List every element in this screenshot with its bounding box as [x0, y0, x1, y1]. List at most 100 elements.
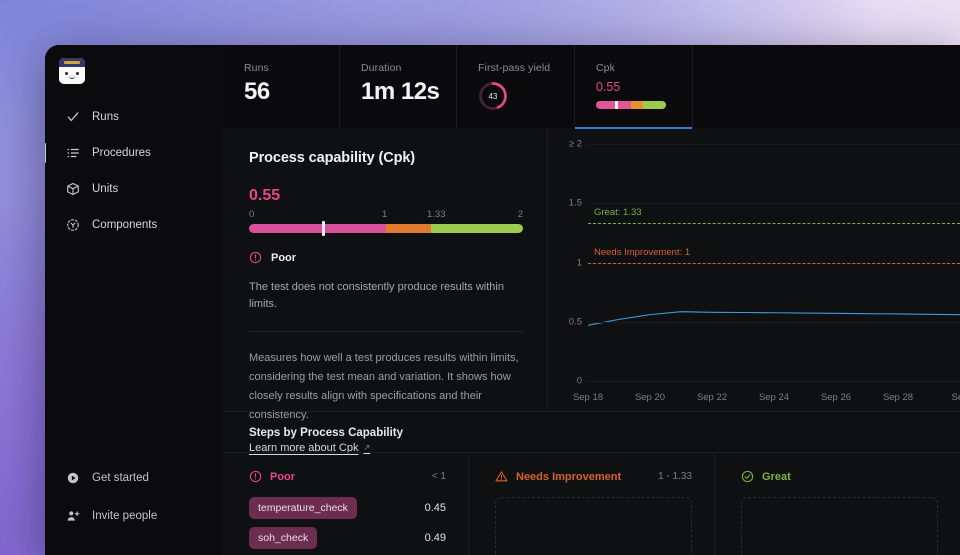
cpk-detail-panel: Process capability (Cpk) 0.55 0 1 1.33 2 — [223, 128, 548, 411]
sidebar-footer: Get started Invite people — [45, 465, 223, 555]
step-value: 0.45 — [425, 502, 446, 514]
sidebar-item-label: Components — [92, 219, 157, 231]
sidebar-item-procedures[interactable]: Procedures — [55, 140, 213, 166]
chart-x-tick: Sep — [952, 392, 960, 403]
cpk-gauge — [249, 224, 523, 233]
metric-label: Runs — [244, 62, 339, 74]
metric-label: First-pass yield — [478, 62, 574, 74]
column-name: Great — [762, 471, 791, 483]
chart-threshold-label: Great: 1.33 — [594, 207, 642, 218]
cpk-overview: Process capability (Cpk) 0.55 0 1 1.33 2 — [223, 128, 960, 411]
user-plus-icon — [66, 509, 80, 523]
cpk-value: 0.55 — [249, 187, 523, 205]
chart-gridline — [588, 203, 960, 204]
scale-tick: 2 — [518, 209, 523, 220]
sidebar-item-label: Procedures — [92, 147, 151, 159]
column-header: Needs Improvement 1 - 1.33 — [495, 470, 692, 483]
sidebar-item-units[interactable]: Units — [55, 176, 213, 202]
empty-state: No scores need improvement — [495, 497, 692, 555]
chart-gridline — [588, 322, 960, 323]
robot-avatar-logo[interactable] — [59, 58, 85, 84]
chart-x-tick: Sep 22 — [697, 392, 727, 403]
divider — [249, 331, 523, 332]
chart-gridline — [588, 381, 960, 382]
chart-gridline — [588, 144, 960, 145]
sidebar-item-runs[interactable]: Runs — [55, 104, 213, 130]
cpk-scale-labels: 0 1 1.33 2 — [249, 209, 523, 222]
chart-x-tick: Sep 24 — [759, 392, 789, 403]
steps-column-poor: Poor < 1 temperature_check 0.45 soh_chec… — [223, 453, 469, 555]
chart-x-tick: Sep 18 — [573, 392, 603, 403]
metric-value: 0.55 — [596, 80, 692, 94]
chart-y-tick: 1 — [548, 257, 582, 268]
metric-label: Cpk — [596, 62, 692, 74]
metric-tile-cpk[interactable]: Cpk 0.55 — [575, 45, 693, 128]
sidebar-item-label: Get started — [92, 472, 149, 484]
chart-threshold-label: Needs Improvement: 1 — [594, 247, 690, 258]
sidebar-item-invite-people[interactable]: Invite people — [55, 503, 213, 529]
list-item[interactable]: temperature_check 0.45 — [249, 497, 446, 519]
sidebar-item-label: Units — [92, 183, 118, 195]
metric-value: 56 — [244, 78, 339, 106]
metric-tile-runs[interactable]: Runs 56 — [223, 45, 340, 128]
step-label: soh_check — [249, 527, 317, 549]
first-pass-yield-donut: 43 — [478, 81, 508, 111]
cpk-gauge-marker — [322, 221, 325, 236]
column-header: Great — [741, 470, 938, 483]
cpk-trend-chart: 0 0.5 1 1.5 ≥ 2 Great: 1.33 Needs Improvement:… — [548, 128, 960, 411]
column-name: Poor — [270, 471, 295, 483]
status-badge: Poor — [249, 251, 523, 264]
scale-tick: 1 — [382, 209, 387, 220]
chart-threshold-line — [588, 223, 960, 224]
scale-tick: 1.33 — [427, 209, 446, 220]
steps-column-great: Great No great scores — [715, 453, 960, 555]
cpk-mini-gauge — [596, 101, 666, 109]
cpk-summary: The test does not consistently produce r… — [249, 279, 523, 312]
sidebar-item-components[interactable]: Components — [55, 212, 213, 238]
step-value: 0.49 — [425, 532, 446, 544]
metric-tiles-spacer — [693, 45, 960, 128]
status-label: Poor — [271, 252, 296, 264]
sidebar-item-label: Runs — [92, 111, 119, 123]
column-header: Poor < 1 — [249, 470, 446, 483]
column-name: Needs Improvement — [516, 471, 621, 483]
metric-tiles: Runs 56 Duration 1m 12s First-pass yield… — [223, 45, 960, 128]
sidebar-item-get-started[interactable]: Get started — [55, 465, 213, 491]
metric-tile-first-pass-yield[interactable]: First-pass yield 43 — [457, 45, 575, 128]
steps-column-needs-improvement: Needs Improvement 1 - 1.33 No scores nee… — [469, 453, 715, 555]
chart-y-tick: 0 — [548, 376, 582, 387]
chart-y-tick: 1.5 — [548, 198, 582, 209]
exclamation-circle-icon — [249, 251, 262, 264]
chart-x-tick: Sep 28 — [883, 392, 913, 403]
warning-triangle-icon — [495, 470, 508, 483]
list-icon — [66, 146, 80, 160]
list-item[interactable]: soh_check 0.49 — [249, 527, 446, 549]
metric-tile-duration[interactable]: Duration 1m 12s — [340, 45, 457, 128]
sidebar-item-label: Invite people — [92, 510, 157, 522]
check-circle-icon — [741, 470, 754, 483]
sidebar: Runs Procedures Units Components — [45, 45, 223, 555]
chart-x-tick: Sep 20 — [635, 392, 665, 403]
first-pass-yield-value: 43 — [478, 81, 508, 111]
chart-x-tick: Sep 26 — [821, 392, 851, 403]
page-title: Process capability (Cpk) — [249, 150, 523, 166]
column-range: < 1 — [432, 471, 446, 482]
chart-plot-area: 00.511.5≥ 2Great: 1.33Needs Improvement:… — [588, 144, 960, 381]
chart-y-tick: ≥ 2 — [548, 139, 582, 150]
empty-state: No great scores — [741, 497, 938, 555]
app-window: Runs Procedures Units Components — [45, 45, 960, 555]
components-icon — [66, 218, 80, 232]
exclamation-circle-icon — [249, 470, 262, 483]
steps-section-title: Steps by Process Capability — [223, 412, 960, 453]
chart-y-tick: 0.5 — [548, 316, 582, 327]
content-area: Process capability (Cpk) 0.55 0 1 1.33 2 — [223, 128, 960, 555]
steps-section: Steps by Process Capability Poor < 1 — [223, 411, 960, 555]
metric-label: Duration — [361, 62, 456, 74]
sidebar-nav: Runs Procedures Units Components — [45, 104, 223, 248]
main-content: Runs 56 Duration 1m 12s First-pass yield… — [223, 45, 960, 555]
metric-value: 1m 12s — [361, 78, 456, 106]
chart-threshold-line — [588, 263, 960, 264]
step-label: temperature_check — [249, 497, 357, 519]
check-icon — [66, 110, 80, 124]
steps-list: temperature_check 0.45 soh_check 0.49 ch… — [249, 497, 446, 555]
